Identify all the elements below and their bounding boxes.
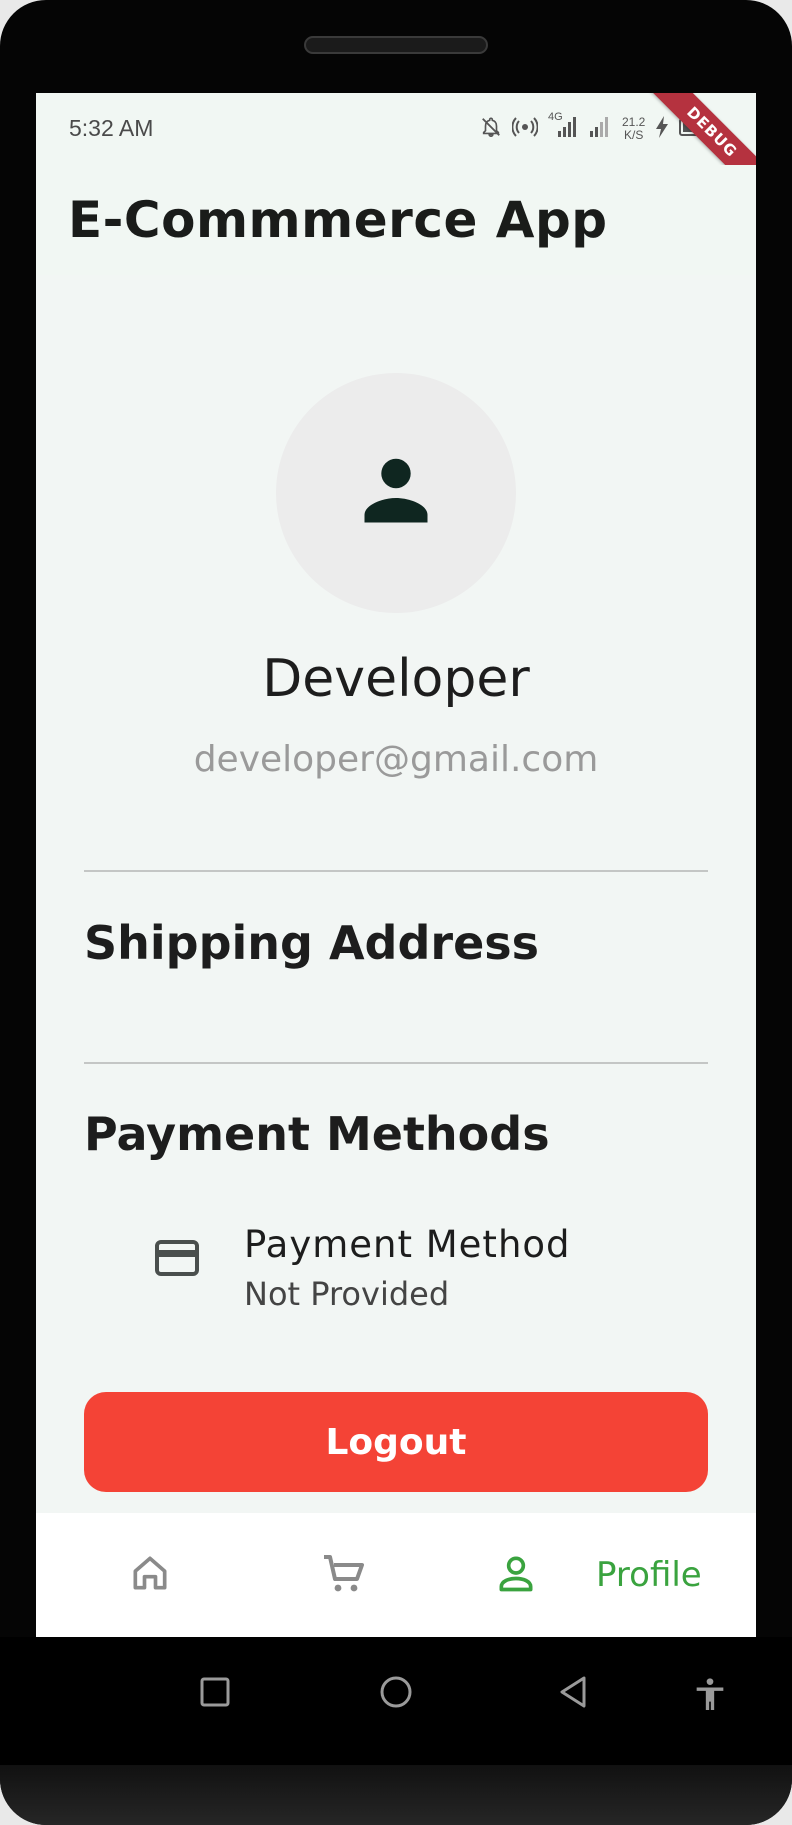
credit-card-icon: [154, 1238, 200, 1282]
shipping-address-heading[interactable]: Shipping Address: [84, 916, 539, 970]
status-bar: 5:32 AM 4G 21.2 K/S DEBUG: [36, 93, 756, 199]
cart-icon: [320, 1549, 368, 1601]
avatar: [276, 373, 516, 613]
system-navigation-bar: [0, 1637, 792, 1765]
app-screen: 5:32 AM 4G 21.2 K/S DEBUG E-Commmerce Ap…: [36, 93, 756, 1637]
nav-profile-label: Profile: [596, 1555, 702, 1595]
payment-method-subtitle: Not Provided: [244, 1275, 450, 1313]
net-speed: 21.2 K/S: [622, 116, 645, 142]
logout-button[interactable]: Logout: [84, 1392, 708, 1492]
nav-item-profile[interactable]: Profile: [494, 1513, 702, 1637]
user-name: Developer: [262, 649, 530, 709]
nav-item-home[interactable]: [128, 1513, 172, 1637]
home-icon: [128, 1551, 172, 1599]
signal-icon: [588, 115, 612, 143]
nav-item-cart[interactable]: [320, 1513, 368, 1637]
accessibility-icon[interactable]: [690, 1675, 730, 1719]
status-time: 5:32 AM: [69, 115, 154, 141]
recents-square-icon[interactable]: [198, 1675, 232, 1713]
phone-speaker: [304, 36, 488, 54]
hotspot-icon: [511, 115, 539, 143]
mute-icon: [480, 115, 502, 143]
phone-frame: 5:32 AM 4G 21.2 K/S DEBUG E-Commmerce Ap…: [0, 0, 792, 1825]
app-bar: E-Commmerce App: [36, 165, 756, 275]
signal-icon: 4G: [548, 111, 578, 143]
user-email: developer@gmail.com: [193, 739, 599, 780]
back-triangle-icon[interactable]: [556, 1675, 590, 1713]
network-type-label: 4G: [548, 111, 563, 123]
home-circle-icon[interactable]: [377, 1675, 415, 1717]
divider: [84, 870, 708, 872]
payment-methods-heading: Payment Methods: [84, 1107, 550, 1161]
payment-method-title: Payment Method: [244, 1223, 571, 1266]
divider: [84, 1062, 708, 1064]
person-outline-icon: [494, 1551, 538, 1599]
bottom-navigation: Profile: [36, 1513, 756, 1637]
payment-method-item[interactable]: Payment Method Not Provided: [84, 1215, 708, 1315]
app-title: E-Commmerce App: [68, 191, 608, 249]
net-speed-unit: K/S: [624, 128, 644, 142]
charging-icon: [655, 115, 669, 143]
phone-bottom-bezel: [0, 1765, 792, 1825]
person-icon: [354, 449, 438, 537]
